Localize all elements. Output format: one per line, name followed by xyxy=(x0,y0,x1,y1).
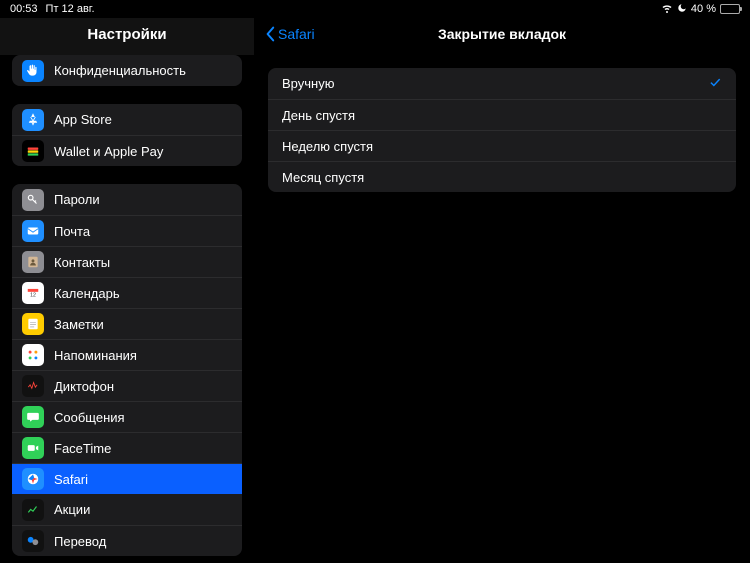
option-label: Вручную xyxy=(282,76,334,91)
sidebar-item-mail[interactable]: Почта xyxy=(12,215,242,246)
mail-icon xyxy=(22,220,44,242)
sidebar-item-label: Wallet и Apple Pay xyxy=(54,144,163,159)
sidebar-item-safari[interactable]: Safari xyxy=(12,463,242,494)
sidebar-item-wallet[interactable]: Wallet и Apple Pay xyxy=(12,135,242,166)
sidebar-group: Конфиденциальность xyxy=(12,55,242,86)
safari-icon xyxy=(22,468,44,490)
sidebar-group: App Store Wallet и Apple Pay xyxy=(12,104,242,166)
sidebar-item-label: Акции xyxy=(54,502,90,517)
sidebar-item-stocks[interactable]: Акции xyxy=(12,494,242,525)
key-icon xyxy=(22,189,44,211)
sidebar: Настройки Конфиденциальность App Store Wa… xyxy=(0,0,254,563)
sidebar-item-label: App Store xyxy=(54,112,112,127)
sidebar-item-label: Почта xyxy=(54,224,90,239)
status-bar: 00:53 Пт 12 авг. 40 % xyxy=(0,0,750,18)
back-label: Safari xyxy=(278,26,315,42)
wallet-icon xyxy=(22,140,44,162)
sidebar-title: Настройки xyxy=(0,18,254,55)
sidebar-item-label: Сообщения xyxy=(54,410,125,425)
close-tabs-option[interactable]: Вручную xyxy=(268,68,736,99)
facetime-icon xyxy=(22,437,44,459)
option-label: День спустя xyxy=(282,108,355,123)
sidebar-item-passwords[interactable]: Пароли xyxy=(12,184,242,215)
contacts-icon xyxy=(22,251,44,273)
sidebar-item-label: Конфиденциальность xyxy=(54,63,186,78)
option-label: Неделю спустя xyxy=(282,139,373,154)
detail-pane: Safari Закрытие вкладок Вручную День спус… xyxy=(254,0,750,563)
detail-header: Safari Закрытие вкладок xyxy=(254,18,750,50)
sidebar-item-label: Пароли xyxy=(54,192,100,207)
sidebar-item-calendar[interactable]: 12 Календарь xyxy=(12,277,242,308)
back-button[interactable]: Safari xyxy=(264,26,315,42)
options-group: Вручную День спустя Неделю спустя Месяц спу… xyxy=(268,68,736,192)
detail-title: Закрытие вкладок xyxy=(438,26,566,42)
sidebar-group: Пароли Почта Контакты 12 Календарь Заметки Нап… xyxy=(12,184,242,556)
sidebar-item-label: Перевод xyxy=(54,534,106,549)
calendar-icon: 12 xyxy=(22,282,44,304)
moon-icon xyxy=(677,3,687,16)
option-label: Месяц спустя xyxy=(282,170,364,185)
battery-icon xyxy=(720,4,740,14)
sidebar-item-voicememos[interactable]: Диктофон xyxy=(12,370,242,401)
sidebar-item-label: Диктофон xyxy=(54,379,114,394)
notes-icon xyxy=(22,313,44,335)
sidebar-item-label: Заметки xyxy=(54,317,104,332)
status-date: Пт 12 авг. xyxy=(46,3,95,15)
messages-icon xyxy=(22,406,44,428)
sidebar-item-facetime[interactable]: FaceTime xyxy=(12,432,242,463)
checkmark-icon xyxy=(708,75,722,92)
close-tabs-option[interactable]: Месяц спустя xyxy=(268,161,736,192)
appstore-icon xyxy=(22,109,44,131)
sidebar-item-notes[interactable]: Заметки xyxy=(12,308,242,339)
sidebar-item-contacts[interactable]: Контакты xyxy=(12,246,242,277)
sidebar-item-label: Календарь xyxy=(54,286,120,301)
svg-text:12: 12 xyxy=(30,293,36,299)
sidebar-item-appstore[interactable]: App Store xyxy=(12,104,242,135)
wifi-icon xyxy=(661,2,673,17)
stocks-icon xyxy=(22,499,44,521)
sidebar-item-label: Контакты xyxy=(54,255,110,270)
sidebar-item-translate[interactable]: Перевод xyxy=(12,525,242,556)
close-tabs-option[interactable]: День спустя xyxy=(268,99,736,130)
reminders-icon xyxy=(22,344,44,366)
sidebar-item-label: Safari xyxy=(54,472,88,487)
voice-icon xyxy=(22,375,44,397)
sidebar-item-label: FaceTime xyxy=(54,441,111,456)
sidebar-item-reminders[interactable]: Напоминания xyxy=(12,339,242,370)
status-time: 00:53 xyxy=(10,3,38,15)
battery-text: 40 % xyxy=(691,3,716,15)
sidebar-item-messages[interactable]: Сообщения xyxy=(12,401,242,432)
close-tabs-option[interactable]: Неделю спустя xyxy=(268,130,736,161)
chevron-left-icon xyxy=(264,26,276,42)
hand-icon xyxy=(22,60,44,82)
translate-icon xyxy=(22,530,44,552)
sidebar-item-label: Напоминания xyxy=(54,348,137,363)
sidebar-item-privacy[interactable]: Конфиденциальность xyxy=(12,55,242,86)
